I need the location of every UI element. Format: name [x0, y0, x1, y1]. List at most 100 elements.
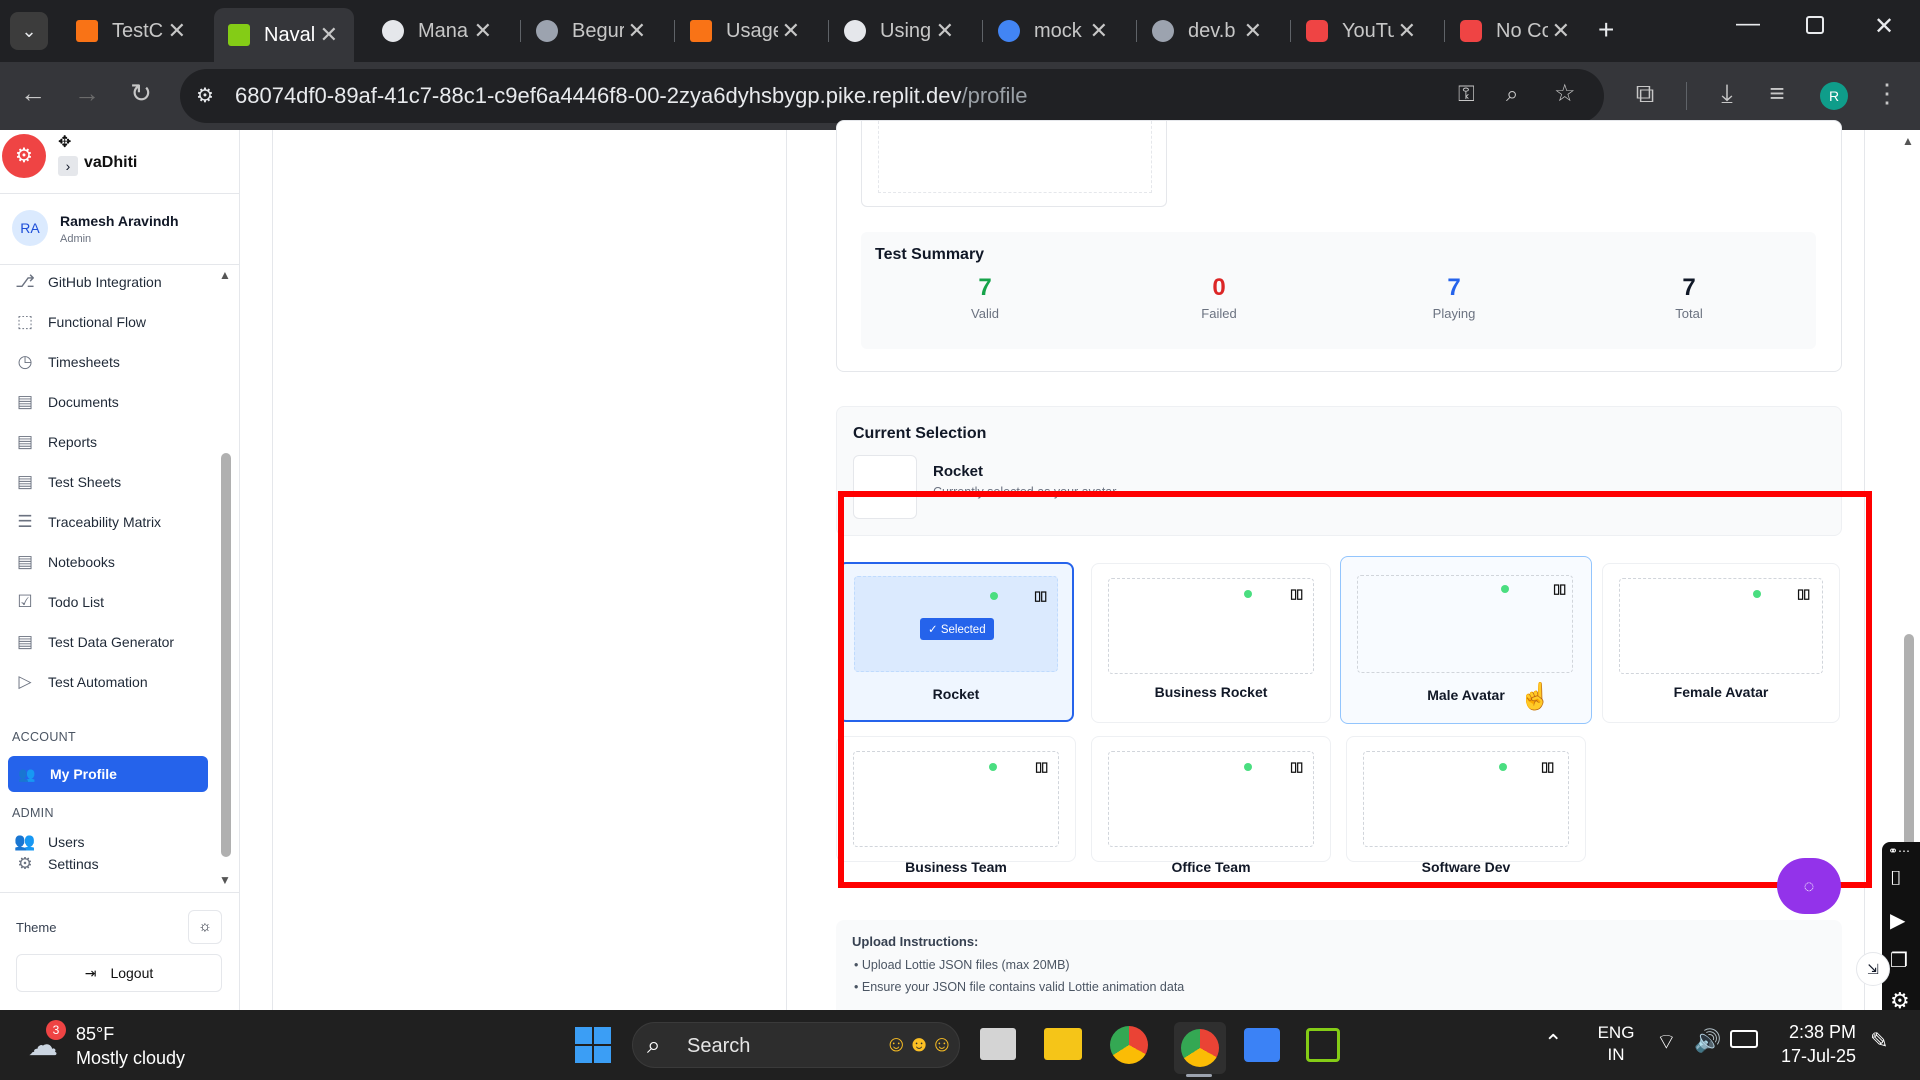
window-icon[interactable]: ❐ — [1890, 948, 1908, 973]
link-icon[interactable]: ⚭⋯ — [1888, 844, 1910, 858]
stat-valid: 7 Valid — [971, 274, 999, 321]
browser-menu-icon[interactable]: ⋮ — [1872, 78, 1902, 109]
sidebar-item-functional-flow[interactable]: ⬚ Functional Flow — [14, 307, 146, 337]
video-icon[interactable]: ▶ — [1890, 908, 1905, 933]
sidebar-item-test-automation[interactable]: ▷ Test Automation — [14, 667, 147, 697]
site-info-icon[interactable]: ⚙ — [196, 83, 214, 108]
browser-tab[interactable]: dev.b ✕ — [1138, 11, 1278, 51]
language-indicator[interactable]: ENG IN — [1596, 1022, 1636, 1066]
tab-search-button[interactable]: ⌄ — [10, 12, 48, 50]
current-selection-title: Current Selection — [853, 425, 987, 442]
volume-icon[interactable]: 🔊 — [1694, 1028, 1721, 1054]
address-bar[interactable]: ⚙ 68074df0-89af-41c7-88c1-c9ef6a4446f8-0… — [180, 69, 1604, 123]
close-tab-icon[interactable]: ✕ — [168, 18, 186, 44]
close-tab-icon[interactable]: ✕ — [1244, 18, 1262, 44]
extensions-icon[interactable]: ⧉ — [1630, 78, 1660, 110]
profile-card: Test Summary 7 Valid 0 Failed 7 Playing 7 To… — [836, 120, 1842, 372]
tab-favicon-icon — [76, 20, 98, 42]
close-tab-icon[interactable]: ✕ — [1398, 18, 1416, 44]
file-explorer-icon[interactable] — [1044, 1028, 1082, 1060]
close-tab-icon[interactable]: ✕ — [936, 18, 954, 44]
sidebar-scroll-down[interactable]: ▼ — [219, 873, 231, 887]
user-avatar[interactable]: RA — [12, 210, 48, 246]
sidebar-scrollbar-thumb[interactable] — [221, 453, 231, 857]
sidebar: ⚙ ✥ › vaDhiti RA Ramesh Aravindh Admin ⎇… — [0, 130, 240, 1010]
sidebar-item-reports[interactable]: ▤ Reports — [14, 427, 97, 457]
sidebar-item-timesheets[interactable]: ◷ Timesheets — [14, 347, 120, 377]
close-tab-icon[interactable]: ✕ — [782, 18, 800, 44]
browser-tab[interactable]: Usage✕ — [676, 11, 816, 51]
stat-total: 7 Total — [1675, 274, 1703, 321]
sidebar-item-todo-list[interactable]: ☑ Todo List — [14, 587, 104, 617]
notification-icon[interactable]: ✎ — [1870, 1028, 1888, 1054]
browser-tab[interactable]: No Co ✕ — [1446, 11, 1586, 51]
close-tab-icon[interactable]: ✕ — [628, 18, 646, 44]
sidebar-item-test-data-generator[interactable]: ▤ Test Data Generator — [14, 627, 174, 657]
close-tab-icon[interactable]: ✕ — [1090, 18, 1108, 44]
wifi-icon[interactable]: ⌔ — [1656, 1028, 1677, 1056]
app-icon-blue[interactable] — [1244, 1028, 1280, 1062]
sidebar-item-github-integration[interactable]: ⎇ GitHub Integration — [14, 267, 161, 297]
clock[interactable]: 2:38 PM 17-Jul-25 — [1772, 1020, 1856, 1068]
browser-tab[interactable]: Using ✕ — [830, 11, 970, 51]
close-window-button[interactable]: ✕ — [1874, 12, 1894, 41]
show-hidden-icons[interactable]: ⌃ — [1544, 1030, 1562, 1056]
chrome-icon[interactable] — [1110, 1026, 1148, 1064]
browser-tab[interactable]: Mana ✕ — [368, 11, 508, 51]
sidebar-item-documents[interactable]: ▤ Documents — [14, 387, 119, 417]
reload-icon[interactable]: ↻ — [126, 78, 156, 109]
back-icon[interactable]: ← — [18, 78, 48, 109]
media-control-icon[interactable]: ≡ — [1762, 78, 1792, 109]
logout-button[interactable]: ⇥ Logout — [16, 954, 222, 992]
profile-avatar[interactable]: R — [1820, 82, 1848, 110]
browser-tab[interactable]: mock ✕ — [984, 11, 1124, 51]
camera-icon[interactable]: ⌷ — [1890, 868, 1902, 891]
sidebar-item-my-profile[interactable]: 👥 My Profile — [8, 756, 208, 792]
sidebar-item-notebooks[interactable]: ▤ Notebooks — [14, 547, 115, 577]
expand-chevron-icon[interactable]: › — [58, 156, 78, 176]
browser-tab[interactable]: TestCa✕ — [62, 11, 202, 51]
theme-toggle-button[interactable]: ☼ — [188, 910, 222, 944]
task-view-icon[interactable] — [980, 1028, 1016, 1060]
report-icon: ▤ — [16, 432, 34, 451]
battery-icon[interactable] — [1730, 1030, 1758, 1048]
browser-tab-active[interactable]: Naval ✕ — [214, 8, 354, 62]
new-tab-button[interactable]: + — [1598, 14, 1614, 46]
page-scroll-up[interactable]: ▲ — [1902, 134, 1914, 148]
zoom-icon[interactable]: ⌕ — [1506, 81, 1518, 107]
flow-icon: ⬚ — [16, 312, 34, 331]
chrome-profile-icon[interactable] — [1174, 1022, 1226, 1074]
globe-favicon-icon — [536, 20, 558, 42]
app-icon-green[interactable] — [1306, 1028, 1340, 1062]
close-tab-icon[interactable]: ✕ — [1552, 18, 1570, 44]
url-text: 68074df0-89af-41c7-88c1-c9ef6a4446f8-00-… — [235, 83, 1028, 108]
bug-report-icon[interactable]: ⚙ — [2, 134, 46, 178]
sidebar-scroll-up[interactable]: ▲ — [219, 268, 231, 282]
taskbar-search-box[interactable]: ⌕ Search ☺☻☺ — [632, 1022, 960, 1068]
sidebar-item-traceability-matrix[interactable]: ☰ Traceability Matrix — [14, 507, 161, 537]
drag-handle-icon[interactable]: ✥ — [58, 132, 71, 152]
weather-widget[interactable]: ☁ 3 85°F Mostly cloudy — [22, 1016, 202, 1074]
account-section-label: ACCOUNT — [12, 730, 76, 744]
sidebar-item-test-sheets[interactable]: ▤ Test Sheets — [14, 467, 121, 497]
restore-window-button[interactable] — [1806, 16, 1824, 34]
minimize-window-button[interactable]: — — [1736, 10, 1760, 38]
browser-tab-bar: ⌄ TestCa✕ Naval✕ Mana✕ Begur✕ Usage✕ Usi… — [0, 0, 1920, 62]
chat-bubble-button[interactable]: ◌ — [1777, 858, 1841, 914]
forward-icon[interactable]: → — [72, 78, 102, 109]
sidebar-item-users[interactable]: 👥 Users — [14, 827, 84, 857]
browser-tab[interactable]: Begur ✕ — [522, 11, 662, 51]
floating-toolbar: ⚭⋯ ⌷ ▶ ❐ ⚙ — [1882, 842, 1920, 1022]
start-button[interactable] — [575, 1027, 611, 1063]
password-key-icon[interactable]: ⚿ — [1458, 81, 1475, 107]
bookmark-star-icon[interactable]: ☆ — [1554, 79, 1576, 108]
downloads-icon[interactable]: ⤓ — [1712, 78, 1742, 110]
browser-tab[interactable]: YouTu ✕ — [1292, 11, 1432, 51]
close-tab-icon[interactable]: ✕ — [320, 22, 338, 48]
exit-fullscreen-button[interactable]: ⇲ — [1856, 952, 1890, 986]
sidebar-item-settings[interactable]: ⚙ Settings — [14, 857, 98, 869]
test-summary-title: Test Summary — [875, 246, 985, 263]
youtube-favicon-icon — [1460, 20, 1482, 42]
stat-playing: 7 Playing — [1432, 274, 1476, 321]
close-tab-icon[interactable]: ✕ — [474, 18, 492, 44]
